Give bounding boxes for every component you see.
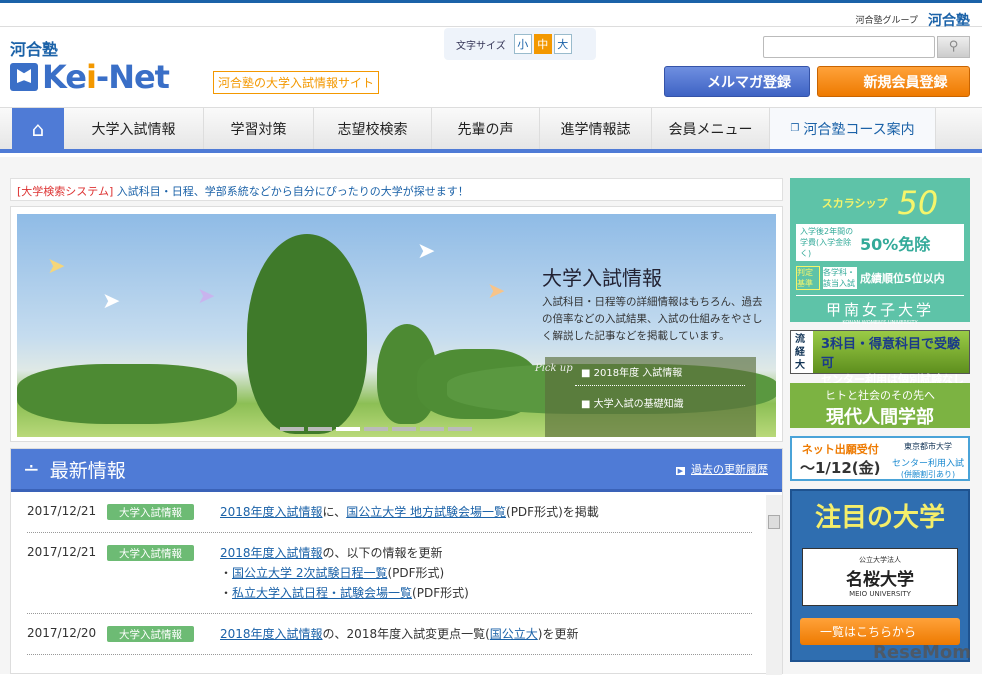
book-icon: [10, 63, 38, 91]
font-size-selector: 文字サイズ 小 中 大: [444, 28, 596, 60]
news-title: 最新情報: [49, 459, 126, 482]
search-button[interactable]: ⚲: [937, 36, 970, 58]
main-nav: ⌂ 大学入試情報 学習対策 志望校検索 先輩の声 進学情報誌 会員メニュー ❐ 河…: [0, 107, 982, 153]
nav-item[interactable]: 進学情報誌: [540, 108, 652, 149]
slide-dot[interactable]: [392, 427, 416, 431]
ad-toshi[interactable]: ネット出願受付 〜1/12(金) 東京都市大学 センター利用入試 (併願割引あり): [790, 436, 970, 481]
home-icon: ⌂: [31, 116, 45, 141]
search-icon: ⚲: [948, 39, 959, 54]
group-brand-link[interactable]: 河合塾: [928, 13, 970, 29]
font-size-medium[interactable]: 中: [533, 34, 552, 54]
news-item: 2017/12/21 大学入試情報 2018年度入試情報に、国公立大学 地方試験会場…: [27, 492, 752, 533]
mail-magazine-button[interactable]: メルマガ登録: [664, 66, 810, 97]
nav-item[interactable]: 学習対策: [204, 108, 314, 149]
bird-icon: ➤: [47, 254, 66, 279]
font-size-label: 文字サイズ: [456, 40, 506, 52]
nav-item[interactable]: 志望校検索: [314, 108, 432, 149]
nav-home[interactable]: ⌂: [12, 108, 64, 149]
category-badge: 大学入試情報: [107, 545, 194, 561]
hero-title: 大学入試情報: [542, 266, 662, 290]
kei-net-logo[interactable]: Ke i -Net: [10, 58, 170, 96]
register-button[interactable]: 新規会員登録: [817, 66, 970, 97]
list-button: 一覧はこちらから: [800, 618, 960, 645]
search-system-notice[interactable]: [大学検索システム] 入試科目・日程、学部系統などから自分にぴったりの大学が探せ…: [10, 178, 783, 201]
slide-dot[interactable]: [308, 427, 332, 431]
nav-item[interactable]: 先輩の声: [432, 108, 540, 149]
font-size-small[interactable]: 小: [513, 34, 532, 54]
rss-icon: ∸: [23, 457, 40, 481]
category-badge: 大学入試情報: [107, 626, 194, 642]
news-scrollbar[interactable]: [766, 495, 782, 675]
bird-icon: ➤: [197, 284, 216, 309]
bird-icon: ➤: [417, 239, 436, 264]
pickup-link[interactable]: ■ 2018年度 入試情報: [581, 364, 682, 379]
pickup-link[interactable]: ■ 大学入試の基礎知識: [581, 395, 684, 410]
nav-item[interactable]: 会員メニュー: [652, 108, 770, 149]
ad-konan-scholarship[interactable]: スカラシップ 50 入学後2年間の学費(入学金除く) 50%免除 判定基準 各学科・該…: [790, 178, 970, 326]
site-tagline: 河合塾の大学入試情報サイト: [213, 71, 380, 94]
group-bar: 河合塾グループ 河合塾: [0, 3, 982, 29]
hero-carousel[interactable]: ➤ ➤ ➤ ➤ ➤ 大学入試情報 入試科目・日程等の詳細情報はもちろん、過去の倍…: [10, 206, 783, 442]
ad-ryutsu[interactable]: 流経大 3科目・得意科目で受験可 センター利用は個別試験なし: [790, 330, 970, 386]
slide-dot[interactable]: [280, 427, 304, 431]
search-input[interactable]: [763, 36, 935, 58]
news-item: 2017/12/21 大学入試情報 2018年度入試情報の、以下の情報を更新 ・国公立…: [27, 533, 752, 614]
font-size-large[interactable]: 大: [553, 34, 572, 54]
bird-icon: ➤: [487, 279, 506, 304]
news-item: 2017/12/20 大学入試情報 2018年度入試情報の、2018年度入試変更点一…: [27, 614, 752, 655]
history-link[interactable]: 過去の更新履歴: [676, 461, 768, 477]
nav-item[interactable]: 大学入試情報: [64, 108, 204, 149]
hero-image: ➤ ➤ ➤ ➤ ➤ 大学入試情報 入試科目・日程等の詳細情報はもちろん、過去の倍…: [17, 214, 776, 437]
group-label: 河合塾グループ: [855, 16, 918, 26]
category-badge: 大学入試情報: [107, 504, 194, 520]
carousel-indicators: [280, 427, 472, 431]
ad-gendai[interactable]: ヒトと社会のその先へ 現代人間学部: [790, 383, 970, 428]
pickup-box: Pick up ■ 2018年度 入試情報 ■ 大学入試の基礎知識: [535, 357, 756, 437]
slide-dot[interactable]: [364, 427, 388, 431]
slide-dot[interactable]: [420, 427, 444, 431]
external-icon: ❐: [790, 123, 800, 134]
pickup-label: Pick up: [535, 363, 573, 374]
bird-icon: ➤: [102, 289, 121, 314]
hero-description: 入試科目・日程等の詳細情報はもちろん、過去の倍率などの入試結果、入試の仕組みをや…: [542, 296, 763, 342]
ad-chumoku[interactable]: 注目の大学 公立大学法人 名桜大学 MEIO UNIVERSITY 一覧はこちらから: [790, 489, 970, 662]
slide-dot-active[interactable]: [336, 427, 360, 431]
news-panel: ∸ 最新情報 過去の更新履歴 2017/12/21大学入試情報2018年度入試情報に…: [10, 448, 783, 675]
resemom-watermark: ReseMom: [873, 642, 972, 663]
brand-kawaijuku: 河合塾: [10, 40, 59, 59]
nav-course[interactable]: ❐ 河合塾コース案内: [770, 108, 936, 149]
slide-dot[interactable]: [448, 427, 472, 431]
